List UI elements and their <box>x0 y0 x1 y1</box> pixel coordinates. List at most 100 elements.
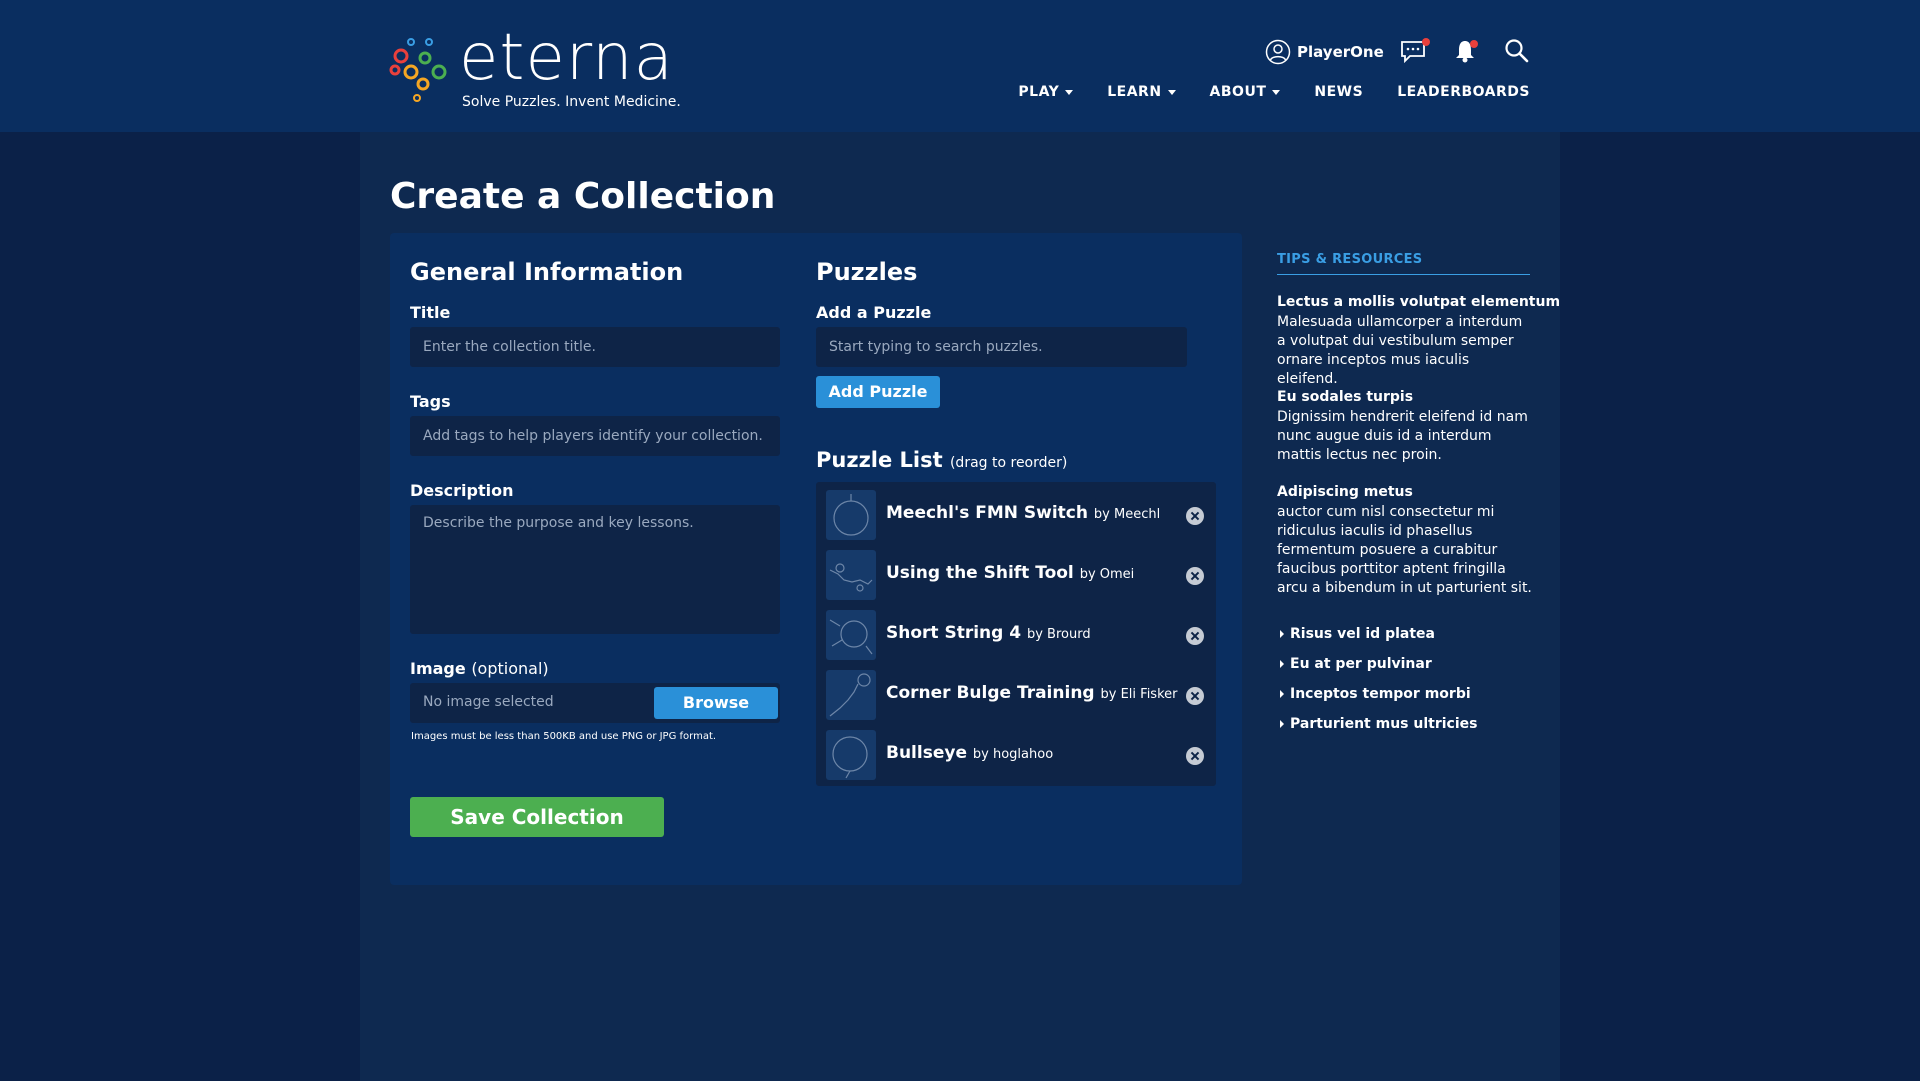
logo-mark-icon <box>389 38 447 102</box>
nav-learn[interactable]: LEARN <box>1107 84 1176 100</box>
eterna-logo[interactable]: eterna Solve Puzzles. Invent Medicine. <box>389 21 681 114</box>
tip-body: Malesuada ullamcorper a interdum a volut… <box>1277 314 1523 387</box>
remove-puzzle-icon[interactable] <box>1186 627 1204 645</box>
puzzle-item-name: Using the Shift Tool <box>886 563 1074 583</box>
remove-puzzle-icon[interactable] <box>1186 567 1204 585</box>
puzzle-list-title: Puzzle List <box>816 448 943 472</box>
image-label-text: Image <box>410 659 466 678</box>
puzzle-item-author: by Brourd <box>1026 627 1091 642</box>
puzzle-thumbnail-icon <box>826 670 876 720</box>
tip-title: Adipiscing metus <box>1277 484 1413 500</box>
remove-puzzle-icon[interactable] <box>1186 747 1204 765</box>
bell-notification-dot <box>1470 40 1478 48</box>
tips-heading: TIPS & RESOURCES <box>1277 252 1423 267</box>
browse-button[interactable]: Browse <box>654 687 778 719</box>
description-textarea[interactable] <box>410 505 780 634</box>
resource-link[interactable]: Eu at per pulvinar <box>1280 656 1432 672</box>
nav-leaderboards-label: LEADERBOARDS <box>1397 84 1530 100</box>
chevron-right-icon <box>1280 660 1284 668</box>
save-collection-button[interactable]: Save Collection <box>410 797 664 837</box>
puzzle-thumbnail-icon <box>826 730 876 780</box>
nav-news-label: NEWS <box>1314 84 1364 100</box>
general-info-heading: General Information <box>410 258 684 286</box>
tags-label: Tags <box>410 392 451 411</box>
image-label-optional: (optional) <box>471 659 549 678</box>
puzzle-list-item[interactable]: Corner Bulge Training by Eli Fisker <box>816 662 1216 722</box>
logo-wordmark: eterna <box>459 21 674 95</box>
notifications-button[interactable] <box>1452 38 1482 66</box>
chevron-right-icon <box>1280 690 1284 698</box>
title-input[interactable] <box>410 327 780 367</box>
user-icon <box>1265 39 1291 65</box>
puzzles-heading: Puzzles <box>816 258 918 286</box>
resource-link-label: Inceptos tempor morbi <box>1290 686 1471 702</box>
image-label: Image (optional) <box>410 659 549 678</box>
search-button[interactable] <box>1504 38 1534 66</box>
puzzle-list-item[interactable]: Using the Shift Tool by Omei <box>816 542 1216 602</box>
puzzle-item-name: Meechl's FMN Switch <box>886 503 1088 523</box>
image-file-value: No image selected <box>423 694 554 710</box>
remove-puzzle-icon[interactable] <box>1186 507 1204 525</box>
puzzle-item-author: by Eli Fisker <box>1100 687 1178 702</box>
tips-divider <box>1277 274 1530 275</box>
top-header: eterna Solve Puzzles. Invent Medicine. P… <box>0 0 1920 132</box>
add-puzzle-label: Add a Puzzle <box>816 303 932 322</box>
puzzle-list-item[interactable]: Meechl's FMN Switch by Meechl <box>816 482 1216 542</box>
puzzle-item-title: Meechl's FMN Switch by Meechl <box>886 503 1160 523</box>
nav-about-label: ABOUT <box>1209 84 1267 100</box>
resource-link[interactable]: Inceptos tempor morbi <box>1280 686 1471 702</box>
remove-puzzle-icon[interactable] <box>1186 687 1204 705</box>
add-puzzle-button[interactable]: Add Puzzle <box>816 376 940 408</box>
nav-play-label: PLAY <box>1018 84 1060 100</box>
resource-link-label: Eu at per pulvinar <box>1290 656 1432 672</box>
puzzle-thumbnail-icon <box>826 550 876 600</box>
username: PlayerOne <box>1297 43 1384 61</box>
puzzle-item-name: Bullseye <box>886 743 967 763</box>
tip-body: auctor cum nisl consectetur mi ridiculus… <box>1277 504 1532 596</box>
puzzle-item-title: Corner Bulge Training by Eli Fisker <box>886 683 1178 703</box>
tip-title: Lectus a mollis volutpat elementum <box>1277 294 1561 310</box>
resource-link-label: Parturient mus ultricies <box>1290 716 1478 732</box>
puzzle-thumbnail-icon <box>826 610 876 660</box>
nav-leaderboards[interactable]: LEADERBOARDS <box>1397 84 1530 100</box>
tags-input[interactable] <box>410 416 780 456</box>
puzzle-item-title: Bullseye by hoglahoo <box>886 743 1053 763</box>
page-title: Create a Collection <box>390 176 776 217</box>
description-label: Description <box>410 481 514 500</box>
image-file-field[interactable]: No image selected Browse <box>410 683 780 723</box>
chevron-down-icon <box>1065 89 1074 95</box>
resource-link[interactable]: Risus vel id platea <box>1280 626 1435 642</box>
puzzle-list-heading: Puzzle List (drag to reorder) <box>816 448 1067 472</box>
chevron-down-icon <box>1167 89 1176 95</box>
puzzle-list-item[interactable]: Bullseye by hoglahoo <box>816 722 1216 782</box>
logo-tagline: Solve Puzzles. Invent Medicine. <box>462 94 681 110</box>
main-nav: PLAY LEARN ABOUT NEWS LEADERBOARDS <box>1018 84 1530 100</box>
puzzle-list: Meechl's FMN Switch by Meechl Using the … <box>816 482 1216 786</box>
puzzle-item-author: by Omei <box>1079 567 1135 582</box>
puzzle-list-hint: (drag to reorder) <box>949 455 1068 471</box>
puzzle-item-name: Short String 4 <box>886 623 1022 643</box>
chevron-right-icon <box>1280 630 1284 638</box>
chat-notification-dot <box>1422 38 1430 46</box>
chevron-down-icon <box>1272 89 1281 95</box>
nav-about[interactable]: ABOUT <box>1210 84 1281 100</box>
chat-button[interactable] <box>1400 38 1430 66</box>
puzzle-list-item[interactable]: Short String 4 by Brourd <box>816 602 1216 662</box>
user-menu[interactable]: PlayerOne <box>1265 38 1384 66</box>
chevron-right-icon <box>1280 720 1284 728</box>
image-hint: Images must be less than 500KB and use P… <box>411 731 717 742</box>
puzzle-thumbnail-icon <box>826 490 876 540</box>
resource-link-label: Risus vel id platea <box>1290 626 1435 642</box>
puzzle-item-name: Corner Bulge Training <box>886 683 1095 703</box>
tip-title: Eu sodales turpis <box>1277 389 1414 405</box>
title-label: Title <box>410 303 451 322</box>
nav-news[interactable]: NEWS <box>1314 84 1363 100</box>
puzzle-item-title: Short String 4 by Brourd <box>886 623 1091 643</box>
nav-learn-label: LEARN <box>1107 84 1162 100</box>
puzzle-item-author: by hoglahoo <box>972 747 1054 762</box>
puzzle-item-author: by Meechl <box>1093 507 1161 522</box>
resource-link[interactable]: Parturient mus ultricies <box>1280 716 1477 732</box>
puzzle-search-input[interactable] <box>816 327 1187 367</box>
puzzle-item-title: Using the Shift Tool by Omei <box>886 563 1134 583</box>
nav-play[interactable]: PLAY <box>1018 84 1074 100</box>
